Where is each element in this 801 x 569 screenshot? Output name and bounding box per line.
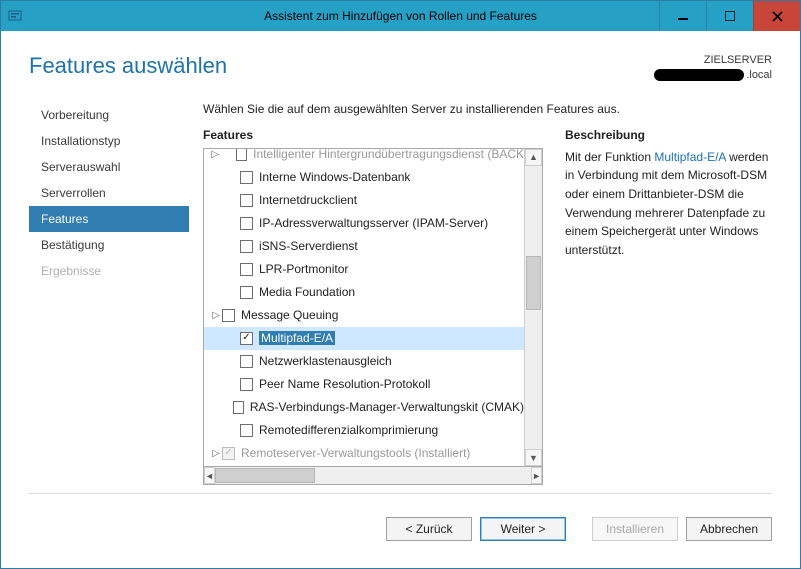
install-button: Installieren xyxy=(592,517,678,541)
feature-checkbox[interactable] xyxy=(240,240,253,253)
target-server-name-redacted xyxy=(654,69,744,81)
feature-checkbox[interactable] xyxy=(240,217,253,230)
feature-row[interactable]: ▷ Intelligenter Hintergrundübertragungsdi… xyxy=(204,149,524,166)
nav-item-installationstyp[interactable]: Installationstyp xyxy=(29,128,189,154)
back-button[interactable]: < Zurück xyxy=(386,517,472,541)
wizard-window: Assistent zum Hinzufügen von Rollen und … xyxy=(0,0,801,569)
wizard-footer: < Zurück Weiter > Installieren Abbrechen xyxy=(29,493,772,552)
titlebar[interactable]: Assistent zum Hinzufügen von Rollen und … xyxy=(1,1,800,31)
feature-row[interactable]: ▷Multipfad-E/A xyxy=(204,327,524,350)
nav-item-serverrollen[interactable]: Serverrollen xyxy=(29,180,189,206)
feature-label: Peer Name Resolution-Protokoll xyxy=(259,377,430,391)
client-area: Features auswählen ZIELSERVER .local Vor… xyxy=(1,31,800,568)
app-icon xyxy=(1,1,29,31)
feature-label: IP-Adressverwaltungsserver (IPAM-Server) xyxy=(259,216,488,230)
feature-checkbox[interactable] xyxy=(240,263,253,276)
features-listbox[interactable]: ▷ Intelligenter Hintergrundübertragungsdi… xyxy=(203,148,543,467)
cancel-button[interactable]: Abbrechen xyxy=(686,517,772,541)
feature-label: Message Queuing xyxy=(241,308,338,322)
feature-checkbox[interactable] xyxy=(240,378,253,391)
feature-label: Media Foundation xyxy=(259,285,355,299)
description-rest: werden in Verbindung mit dem Microsoft-D… xyxy=(565,150,768,257)
feature-label: Internetdruckclient xyxy=(259,193,357,207)
description-link[interactable]: Multipfad-E/A xyxy=(654,150,725,164)
feature-row[interactable]: ▷IP-Adressverwaltungsserver (IPAM-Server… xyxy=(204,212,524,235)
feature-label: Remotedifferenzialkomprimierung xyxy=(259,423,438,437)
scroll-up-button[interactable]: ▲ xyxy=(525,149,542,166)
nav-item-vorbereitung[interactable]: Vorbereitung xyxy=(29,102,189,128)
feature-checkbox[interactable] xyxy=(240,286,253,299)
feature-row[interactable]: ▷Media Foundation xyxy=(204,281,524,304)
feature-checkbox[interactable] xyxy=(240,171,253,184)
feature-label: Intelligenter Hintergrundübertragungsdie… xyxy=(253,149,524,162)
feature-row[interactable]: ▷Netzwerklastenausgleich xyxy=(204,350,524,373)
feature-checkbox[interactable] xyxy=(240,355,253,368)
target-server-label: ZIELSERVER xyxy=(654,53,772,68)
nav-item-serverauswahl[interactable]: Serverauswahl xyxy=(29,154,189,180)
feature-checkbox[interactable] xyxy=(236,149,247,161)
feature-checkbox[interactable] xyxy=(233,401,244,414)
feature-row[interactable]: ▷RAS-Verbindungs-Manager-Verwaltungskit … xyxy=(204,396,524,419)
feature-row[interactable]: ▷LPR-Portmonitor xyxy=(204,258,524,281)
expander-icon[interactable]: ▷ xyxy=(210,448,222,459)
nav-item-bestätigung[interactable]: Bestätigung xyxy=(29,232,189,258)
vertical-scrollbar[interactable]: ▲ ▼ xyxy=(524,149,542,466)
nav-item-ergebnisse: Ergebnisse xyxy=(29,258,189,284)
features-header: Features xyxy=(203,128,543,142)
feature-checkbox[interactable] xyxy=(240,424,253,437)
feature-row[interactable]: ▷ Message Queuing xyxy=(204,304,524,327)
page-title: Features auswählen xyxy=(29,53,227,79)
scroll-left-button[interactable]: ◄ xyxy=(204,467,215,484)
description-header: Beschreibung xyxy=(565,128,772,142)
close-button[interactable] xyxy=(753,1,800,31)
feature-label: iSNS-Serverdienst xyxy=(259,239,358,253)
feature-checkbox[interactable] xyxy=(240,332,253,345)
horizontal-scrollbar[interactable]: ◄ ► xyxy=(203,467,543,485)
description-text: Mit der Funktion Multipfad-E/A werden in… xyxy=(565,148,772,260)
feature-label: Interne Windows-Datenbank xyxy=(259,170,410,184)
instruction-text: Wählen Sie die auf dem ausgewählten Serv… xyxy=(203,102,772,116)
scroll-right-button[interactable]: ► xyxy=(531,467,542,484)
feature-label: Netzwerklastenausgleich xyxy=(259,354,392,368)
feature-label: LPR-Portmonitor xyxy=(259,262,348,276)
feature-row[interactable]: ▷iSNS-Serverdienst xyxy=(204,235,524,258)
horizontal-scroll-thumb[interactable] xyxy=(215,468,315,483)
feature-label: RAS-Verbindungs-Manager-Verwaltungskit (… xyxy=(250,400,524,414)
next-button[interactable]: Weiter > xyxy=(480,517,566,541)
minimize-button[interactable] xyxy=(659,1,706,31)
nav-item-features[interactable]: Features xyxy=(29,206,189,232)
expander-icon[interactable]: ▷ xyxy=(210,310,222,321)
feature-row[interactable]: ▷ Remoteserver-Verwaltungstools (Installi… xyxy=(204,442,524,465)
feature-checkbox[interactable] xyxy=(222,309,235,322)
feature-row[interactable]: ▷Remotedifferenzialkomprimierung xyxy=(204,419,524,442)
feature-row[interactable]: ▷Interne Windows-Datenbank xyxy=(204,166,524,189)
feature-checkbox[interactable] xyxy=(240,194,253,207)
description-prefix: Mit der Funktion xyxy=(565,150,654,164)
vertical-scroll-thumb[interactable] xyxy=(526,256,541,310)
scroll-down-button[interactable]: ▼ xyxy=(525,449,542,466)
feature-row[interactable]: ▷Remoteunterstützung xyxy=(204,465,524,466)
feature-row[interactable]: ▷Peer Name Resolution-Protokoll xyxy=(204,373,524,396)
expander-icon[interactable]: ▷ xyxy=(210,149,220,160)
maximize-button[interactable] xyxy=(706,1,753,31)
target-server-suffix: .local xyxy=(746,69,772,81)
feature-label: Multipfad-E/A xyxy=(259,331,335,345)
feature-checkbox xyxy=(222,447,235,460)
wizard-nav: VorbereitungInstallationstypServerauswah… xyxy=(29,102,189,485)
target-server-block: ZIELSERVER .local xyxy=(654,53,772,84)
feature-label: Remoteserver-Verwaltungstools (Installie… xyxy=(241,446,470,460)
feature-row[interactable]: ▷Internetdruckclient xyxy=(204,189,524,212)
